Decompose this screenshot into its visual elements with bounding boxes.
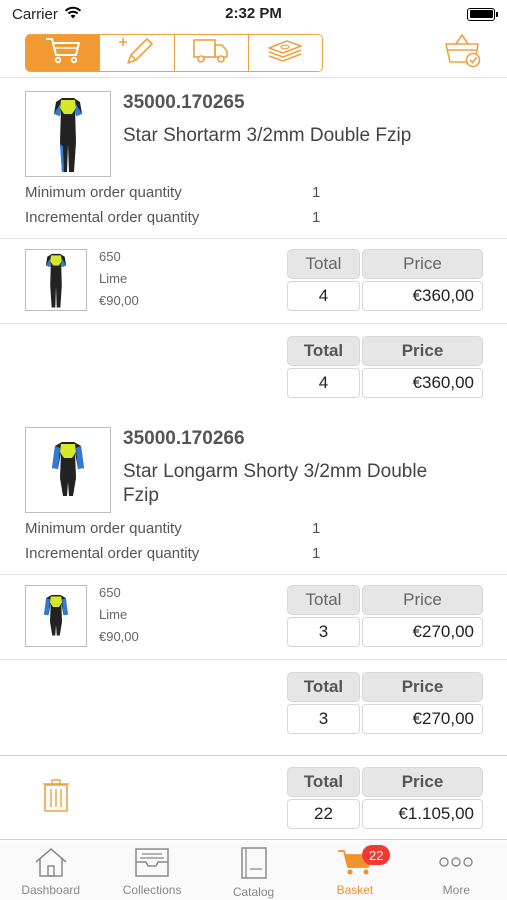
total-header: Total <box>287 672 360 702</box>
tab-label: More <box>442 883 470 897</box>
basket-check-button[interactable] <box>443 33 483 73</box>
min-order-label: Minimum order quantity <box>25 184 182 201</box>
tab-collections[interactable]: Collections <box>101 841 202 900</box>
total-header: Total <box>287 585 360 615</box>
quantity-input[interactable]: 4 <box>287 281 360 311</box>
price-header: Price <box>362 672 483 702</box>
carrier-label: Carrier <box>12 5 58 23</box>
variant-image <box>25 249 87 311</box>
product-name: Star Shortarm 3/2mm Double Fzip <box>123 125 412 146</box>
variant-quantity-box: Total Price 4 €360,00 <box>287 249 483 323</box>
min-order-value: 1 <box>312 184 321 201</box>
tab-label: Collections <box>122 883 182 897</box>
trash-icon <box>42 778 70 817</box>
tab-label: Catalog <box>232 885 275 899</box>
segment-add-edit[interactable] <box>100 34 175 71</box>
product-total-quantity: 3 <box>287 704 360 734</box>
tab-label: Basket <box>336 883 374 897</box>
product-name: Star Longarm Shorty 3/2mm Double Fzip <box>123 461 428 506</box>
product-header[interactable]: 35000.170265 Star Shortarm 3/2mm Double … <box>0 79 507 180</box>
min-order-row: Minimum order quantity 1 <box>0 516 507 541</box>
price-header: Price <box>362 766 483 797</box>
line-amount: €360,00 <box>362 281 483 311</box>
toolbar <box>0 28 507 78</box>
product-total-quantity: 4 <box>287 368 360 398</box>
segment-payment[interactable] <box>248 34 322 71</box>
price-header: Price <box>362 336 483 366</box>
min-order-value: 1 <box>312 520 321 537</box>
wifi-icon <box>64 6 82 23</box>
grand-total-amount: €1.105,00 <box>362 798 483 829</box>
tab-basket[interactable]: 22 Basket <box>304 841 405 900</box>
delivery-truck-icon <box>191 35 231 70</box>
grand-total-quantity: 22 <box>287 798 360 829</box>
grand-total-bar: Total Price 22 €1.105,00 <box>0 755 507 840</box>
grand-total-box: Total Price 22 €1.105,00 <box>287 766 483 829</box>
total-header: Total <box>287 766 360 797</box>
segment-delivery[interactable] <box>174 34 249 71</box>
incremental-order-value: 1 <box>312 545 321 562</box>
product-total-amount: €360,00 <box>362 368 483 398</box>
tab-bar: Dashboard Collections Catalog 22 Basket <box>0 841 507 900</box>
status-bar: Carrier 2:32 PM <box>0 0 507 28</box>
variant-quantity-box: Total Price 3 €270,00 <box>287 585 483 659</box>
variant-unit-price: €90,00 <box>99 629 139 644</box>
variant-row[interactable]: 650 Lime €90,00 Total Price 4 €360,00 <box>0 239 507 324</box>
home-icon <box>33 847 69 880</box>
battery-icon <box>467 7 498 21</box>
basket-count-badge: 22 <box>362 845 391 865</box>
variant-color: Lime <box>99 607 128 622</box>
basket-list[interactable]: 35000.170265 Star Shortarm 3/2mm Double … <box>0 79 507 755</box>
min-order-label: Minimum order quantity <box>25 520 182 537</box>
basket-check-icon <box>444 32 482 73</box>
product-image <box>25 91 111 177</box>
tab-dashboard[interactable]: Dashboard <box>0 841 101 900</box>
product-summary-row: Total Price 3 €270,00 <box>0 660 507 755</box>
variant-size: 650 <box>99 249 121 264</box>
total-header: Total <box>287 249 360 279</box>
product-sku: 35000.170265 <box>123 92 245 113</box>
variant-unit-price: €90,00 <box>99 293 139 308</box>
variant-row[interactable]: 650 Lime €90,00 Total Price 3 €270,00 <box>0 575 507 660</box>
product-sku: 35000.170266 <box>123 428 245 449</box>
add-edit-icon <box>117 35 157 71</box>
price-header: Price <box>362 249 483 279</box>
product-item: 35000.170265 Star Shortarm 3/2mm Double … <box>0 79 507 419</box>
incremental-order-value: 1 <box>312 209 321 226</box>
variant-size: 650 <box>99 585 121 600</box>
cart-icon <box>43 35 83 70</box>
variant-image <box>25 585 87 647</box>
total-header: Total <box>287 336 360 366</box>
collections-tray-icon <box>134 847 170 880</box>
catalog-book-icon <box>236 847 272 882</box>
basket-screen: Carrier 2:32 PM 35000.170265 Star Shorta… <box>0 0 507 900</box>
tab-more[interactable]: More <box>406 841 507 900</box>
incremental-order-row: Incremental order quantity 1 <box>0 541 507 566</box>
incremental-order-label: Incremental order quantity <box>25 209 200 226</box>
price-header: Price <box>362 585 483 615</box>
tab-catalog[interactable]: Catalog <box>203 841 304 900</box>
money-stack-icon <box>265 35 305 70</box>
segment-cart[interactable] <box>26 34 101 71</box>
tab-label: Dashboard <box>21 883 81 897</box>
product-total-amount: €270,00 <box>362 704 483 734</box>
variant-color: Lime <box>99 271 128 286</box>
basket-mode-segmented-control <box>25 33 323 72</box>
incremental-order-label: Incremental order quantity <box>25 545 200 562</box>
incremental-order-row: Incremental order quantity 1 <box>0 205 507 230</box>
more-dots-icon <box>436 847 476 880</box>
clear-basket-button[interactable] <box>40 778 72 817</box>
product-image <box>25 427 111 513</box>
line-amount: €270,00 <box>362 617 483 647</box>
product-item: 35000.170266 Star Longarm Shorty 3/2mm D… <box>0 419 507 755</box>
quantity-input[interactable]: 3 <box>287 617 360 647</box>
min-order-row: Minimum order quantity 1 <box>0 180 507 205</box>
product-summary-row: Total Price 4 €360,00 <box>0 324 507 419</box>
product-header[interactable]: 35000.170266 Star Longarm Shorty 3/2mm D… <box>0 419 507 516</box>
